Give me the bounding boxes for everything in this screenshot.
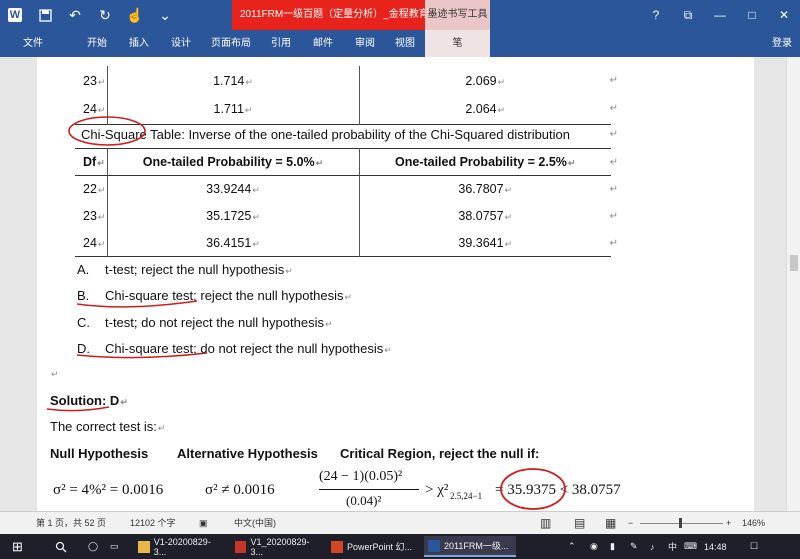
tray-chevron-icon[interactable]: ⌃: [568, 534, 576, 559]
notification-icon[interactable]: ☐: [750, 534, 758, 559]
document-page[interactable]: 23↵ 1.714↵ 2.069↵ 24↵ 1.711↵ 2.064↵ ↵ ↵ …: [37, 57, 754, 511]
folder-icon: [138, 540, 150, 553]
tab-review[interactable]: 审阅: [348, 30, 382, 57]
word-app-icon[interactable]: W: [0, 0, 30, 30]
task-view-icon[interactable]: ▭: [110, 534, 119, 559]
minimize-button[interactable]: —: [704, 0, 736, 30]
cortana-icon[interactable]: ◯: [88, 534, 98, 559]
title-bar: W ↶ ↻ ☝ ⌄ 2011FRM一级百题（定量分析）_金程教育 [... 墨迹…: [0, 0, 800, 30]
print-layout-icon[interactable]: ▤: [574, 512, 585, 534]
ink-underline-option-b: [76, 300, 198, 308]
ink-underline-option-d: [76, 352, 208, 359]
redo-icon[interactable]: ↻: [90, 0, 120, 30]
taskbar-app-folder[interactable]: V1-20200829-3...: [134, 536, 226, 557]
powerpoint-icon: [331, 540, 343, 553]
ribbon-tabs: 文件 开始 插入 设计 页面布局 引用 邮件 审阅 视图 笔 登录: [0, 30, 800, 57]
tab-layout[interactable]: 页面布局: [206, 30, 256, 57]
tab-home[interactable]: 开始: [80, 30, 114, 57]
ribbon-display-button[interactable]: ⧉: [672, 0, 704, 30]
document-title: 2011FRM一级百题（定量分析）_金程教育 [...: [232, 0, 425, 30]
ink-underline-solution: [46, 406, 110, 412]
status-bar: 第 1 页，共 52 页 12102 个字 ▣ 中文(中国) ▥ ▤ ▦ − +…: [0, 511, 800, 534]
ink-annotation-layer: [46, 116, 566, 510]
tray-keyboard-icon[interactable]: ⌨: [684, 534, 697, 559]
taskbar-app-word[interactable]: 2011FRM一级...: [424, 536, 516, 557]
tab-pen[interactable]: 笔: [425, 30, 490, 57]
scrollbar-thumb[interactable]: [790, 255, 798, 271]
document-area: 23↵ 1.714↵ 2.069↵ 24↵ 1.711↵ 2.064↵ ↵ ↵ …: [0, 57, 800, 511]
tab-view[interactable]: 视图: [388, 30, 422, 57]
ink-tools-context-tab: 墨迹书写工具: [425, 0, 490, 30]
windows-start-icon[interactable]: ⊞: [12, 534, 23, 559]
tab-insert[interactable]: 插入: [122, 30, 156, 57]
word-count[interactable]: 12102 个字: [130, 512, 176, 534]
sign-in-link[interactable]: 登录: [772, 30, 792, 57]
help-button[interactable]: ?: [640, 0, 672, 30]
read-mode-icon[interactable]: ▥: [540, 512, 551, 534]
zoom-level[interactable]: 146%: [742, 512, 765, 534]
web-layout-icon[interactable]: ▦: [605, 512, 616, 534]
taskbar-app-powerpoint[interactable]: PowerPoint 幻...: [327, 536, 419, 557]
quick-access-toolbar: W ↶ ↻ ☝ ⌄: [0, 0, 180, 30]
ink-circle-critical-value: [500, 468, 566, 510]
page-count[interactable]: 第 1 页，共 52 页: [36, 512, 106, 534]
clock[interactable]: 14:48: [704, 534, 727, 559]
close-button[interactable]: ✕: [768, 0, 800, 30]
ink-circle-chi-square-table: [68, 116, 146, 146]
tab-references[interactable]: 引用: [264, 30, 298, 57]
taskbar-app-pdf[interactable]: V1_20200829-3...: [231, 536, 323, 557]
tab-mailings[interactable]: 邮件: [306, 30, 340, 57]
search-icon[interactable]: [55, 534, 67, 559]
save-icon[interactable]: [30, 0, 60, 30]
taskbar: ⊞ ◯ ▭ V1-20200829-3... V1_20200829-3... …: [0, 534, 800, 559]
zoom-in-icon[interactable]: +: [726, 512, 731, 534]
vertical-scrollbar[interactable]: [786, 57, 800, 511]
customize-qat-icon[interactable]: ⌄: [150, 0, 180, 30]
undo-icon[interactable]: ↶: [60, 0, 90, 30]
word-icon: [428, 539, 440, 552]
language-status[interactable]: 中文(中国): [234, 512, 276, 534]
zoom-out-icon[interactable]: −: [628, 512, 633, 534]
tray-volume-icon[interactable]: ♪: [650, 534, 655, 559]
zoom-slider-handle[interactable]: [679, 518, 682, 528]
ime-indicator[interactable]: 中: [668, 534, 677, 559]
window-controls: ? ⧉ — □ ✕: [640, 0, 800, 30]
pdf-icon: [235, 540, 247, 553]
tab-design[interactable]: 设计: [164, 30, 198, 57]
tray-ink-icon[interactable]: ✎: [630, 534, 638, 559]
tray-network-icon[interactable]: ◉: [590, 534, 598, 559]
proofing-icon[interactable]: ▣: [199, 512, 208, 534]
tab-file[interactable]: 文件: [0, 30, 66, 57]
maximize-button[interactable]: □: [736, 0, 768, 30]
tray-battery-icon[interactable]: ▮: [610, 534, 615, 559]
touch-mode-icon[interactable]: ☝: [120, 0, 150, 30]
